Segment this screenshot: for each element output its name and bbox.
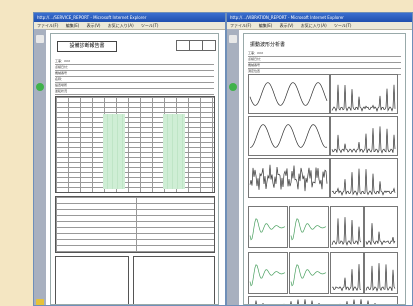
waveform-panel-trace [249,164,328,192]
spectrum-panel [330,252,364,294]
waveform-panel-trace [249,82,328,106]
waveform-panel-trace [250,124,328,148]
envelope-panel [289,206,329,248]
side-panel-left [34,29,46,305]
spectrum-panel-trace [331,168,396,196]
spectrum-panel-trace [331,264,362,292]
stamp-box [189,40,203,51]
menu-view[interactable]: 表示(V) [280,23,294,28]
spectrum-panel [364,252,398,294]
envelope-panel-trace [290,264,327,287]
menu-bar-left: ファイル(F) 編集(E) 表示(V) お気に入り(A) ツール(T) [34,22,225,30]
spectrum-panel-trace [331,217,362,246]
window-title-left: http://.../SERVICE_REPORT - Microsoft In… [34,13,225,22]
inspection-table [55,96,215,193]
waveform-panel [248,74,330,114]
header-fields: 工事：XXX 点検日付： 機械番号 測定位置 [248,51,401,75]
spectrum-panel [330,206,364,248]
page-icon[interactable] [36,35,44,43]
page-icon[interactable] [229,35,237,43]
envelope-panel-trace [249,264,286,287]
document-title: 設備診断報告書 [57,41,117,52]
spectrum-panel [330,74,398,114]
stamp-box [202,40,216,51]
green-column-block [103,114,125,189]
spectrum-panel-trace [331,84,396,112]
spectrum-panel [364,206,398,248]
report-paper-right: 振動波形分析書 工事：XXX 点検日付： 機械番号 測定位置 [243,33,406,305]
spectrum-panel-trace [365,223,396,246]
summary-table-trace [255,299,376,304]
menu-bar-right: ファイル(F) 編集(E) 表示(V) お気に入り(A) ツール(T) [227,22,412,30]
side-panel-right [227,29,239,305]
comment-box [55,256,129,304]
spectrum-panel-trace [365,263,396,292]
header-fields: 工事：XXX 点検日付： 機械番号 名称： 設置場所 運転状況 [55,59,214,95]
report-paper-left: 設備診断報告書 工事：XXX 点検日付： 機械番号 名称： 設置場所 運転状況 [50,33,219,305]
envelope-panel-trace [249,218,286,241]
spectrum-panel [330,116,398,156]
menu-edit[interactable]: 編集(E) [66,23,80,28]
field-row: 運転状況 [55,89,214,95]
stamp-box [176,40,190,51]
summary-table [248,296,398,304]
report-window-right: http://.../VIBRATION_REPORT - Microsoft … [226,12,413,306]
menu-edit[interactable]: 編集(E) [259,23,273,28]
waveform-panel [248,116,330,156]
waveform-panel [248,158,330,198]
menu-tools[interactable]: ツール(T) [141,23,159,28]
menu-file[interactable]: ファイル(F) [230,23,251,28]
document-title: 振動波形分析書 [250,42,286,48]
detail-table [55,196,215,253]
envelope-panel [289,252,329,294]
green-status-icon[interactable] [229,83,237,91]
spectrum-panel [330,158,398,198]
envelope-panel-trace [290,218,327,241]
spectrum-panel-trace [331,126,396,154]
menu-favorites[interactable]: お気に入り(A) [108,23,134,28]
menu-favorites[interactable]: お気に入り(A) [301,23,327,28]
envelope-panel [248,206,288,248]
menu-view[interactable]: 表示(V) [87,23,101,28]
green-column-block [163,114,185,189]
report-window-left: http://.../SERVICE_REPORT - Microsoft In… [33,12,226,306]
menu-tools[interactable]: ツール(T) [334,23,352,28]
envelope-panel [248,252,288,294]
folder-icon[interactable] [36,299,44,305]
menu-file[interactable]: ファイル(F) [37,23,58,28]
green-status-icon[interactable] [36,83,44,91]
window-title-right: http://.../VIBRATION_REPORT - Microsoft … [227,13,412,22]
sketch-box [133,256,215,304]
